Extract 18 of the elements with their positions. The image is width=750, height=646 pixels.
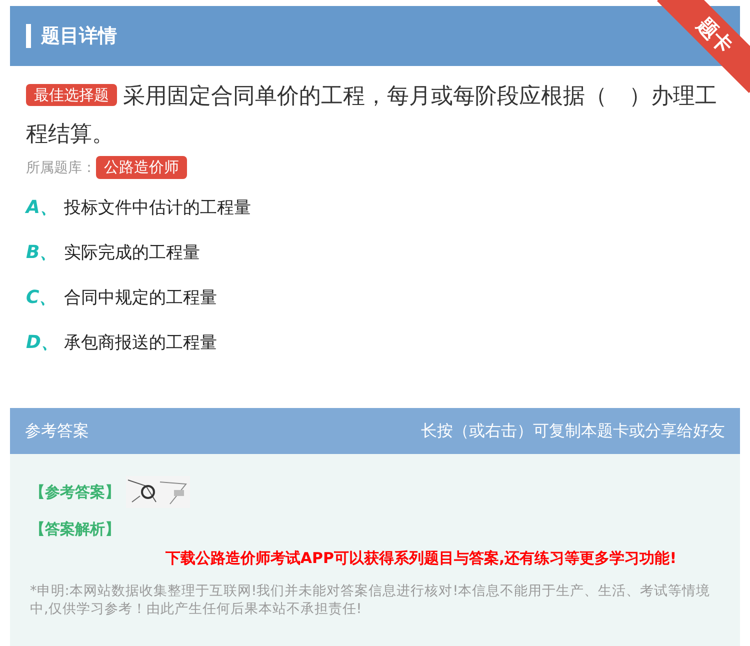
promo-text: 下载公路造价师考试APP可以获得系列题目与答案,还有练习等更多学习功能! [164,549,678,568]
option-letter: B、 [26,241,59,264]
analysis-label: 【答案解析】 [30,520,120,539]
disclaimer-text: *申明:本网站数据收集整理于互联网!我们并未能对答案信息进行核对!本信息不能用于生产、生活、考试等情境中,仅供学习参考！由此产生任何后果本站不承担责任! [30,582,712,618]
option-letter: A、 [26,196,59,219]
option-text: 实际完成的工程量 [64,242,200,264]
option-text: 投标文件中估计的工程量 [64,196,251,218]
answer-title: 参考答案 [25,420,89,442]
option-letter: D、 [26,331,60,354]
bank-tag[interactable]: 公路造价师 [96,156,187,179]
bank-label: 所属题库： [26,158,96,176]
option-text: 承包商报送的工程量 [64,332,217,354]
answer-label: 【参考答案】 [30,482,120,502]
title-marker [26,24,31,48]
share-hint: 长按（或右击）可复制本题卡或分享给好友 [421,420,725,442]
option-letter: C、 [26,286,58,309]
section-title: 题目详情 [41,24,117,49]
option-text: 合同中规定的工程量 [64,286,217,308]
